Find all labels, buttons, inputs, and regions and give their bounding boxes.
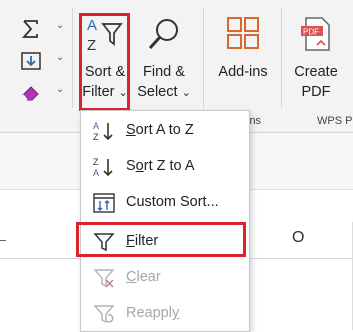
find-select-button[interactable]: Find & Select ⌄ (134, 14, 194, 103)
sort-descending-icon: Z A (93, 156, 115, 178)
ribbon-divider (203, 8, 204, 108)
menu-item-reapply[interactable]: Reapply (81, 296, 249, 332)
menu-accelerator-key: o (135, 158, 144, 174)
autosum-dropdown-chevron[interactable]: ⌄ (56, 20, 64, 31)
autosum-icon[interactable] (20, 18, 42, 40)
add-ins-label: Add-ins (218, 64, 268, 80)
find-select-label-line1: Find & (143, 64, 185, 80)
find-select-label-line2: Select ⌄ (137, 84, 191, 100)
sort-ascending-icon: A Z (93, 120, 115, 142)
menu-item-label: Sort Z to A (126, 158, 195, 174)
menu-item-sort-a-to-z[interactable]: A Z Sort A to Z (81, 113, 249, 149)
fill-icon[interactable] (20, 50, 42, 72)
menu-item-custom-sort[interactable]: Custom Sort... (81, 185, 249, 221)
add-ins-grid-icon (212, 14, 274, 60)
clear-filter-icon (93, 267, 115, 289)
menu-accelerator-key: S (126, 122, 136, 138)
chevron-down-icon: ⌄ (181, 87, 191, 99)
ribbon-divider (72, 8, 73, 108)
clear-eraser-icon[interactable] (20, 82, 42, 104)
svg-text:A: A (93, 168, 99, 178)
menu-item-clear[interactable]: Clear (81, 260, 249, 296)
svg-text:Z: Z (93, 157, 99, 167)
clear-dropdown-chevron[interactable]: ⌄ (56, 84, 64, 95)
menu-accelerator-key: y (171, 305, 180, 321)
menu-item-label: Reapply (126, 305, 180, 321)
pdf-badge-text: PDF (303, 28, 319, 37)
add-ins-button[interactable]: Add-ins (212, 14, 274, 82)
fill-dropdown-chevron[interactable]: ⌄ (56, 52, 64, 63)
sort-filter-menu: A Z Sort A to Z Z A Sort Z to A Custom S… (80, 110, 250, 332)
ribbon-divider (281, 8, 282, 108)
filter-item-highlight (76, 222, 246, 257)
pdf-document-icon: PDF (288, 14, 344, 60)
sort-filter-highlight (79, 13, 130, 111)
group-label-wps-pdf: WPS P (317, 115, 353, 127)
reapply-filter-icon (93, 303, 115, 325)
custom-sort-icon (93, 192, 115, 214)
svg-text:Z: Z (93, 132, 99, 142)
create-pdf-label-line1: Create (294, 64, 338, 80)
menu-item-sort-z-to-a[interactable]: Z A Sort Z to A (81, 149, 249, 185)
column-header-o[interactable]: O (292, 229, 304, 247)
create-pdf-label-line2: PDF (301, 84, 331, 100)
menu-item-label: Sort A to Z (126, 122, 194, 138)
svg-text:A: A (93, 121, 99, 131)
menu-item-label: Custom Sort... (126, 194, 219, 210)
column-header-fragment (0, 240, 6, 241)
menu-accelerator-key: C (126, 269, 137, 285)
create-pdf-button[interactable]: PDF Create PDF (288, 14, 344, 102)
magnifier-icon (134, 14, 194, 60)
menu-item-label: Clear (126, 269, 161, 285)
